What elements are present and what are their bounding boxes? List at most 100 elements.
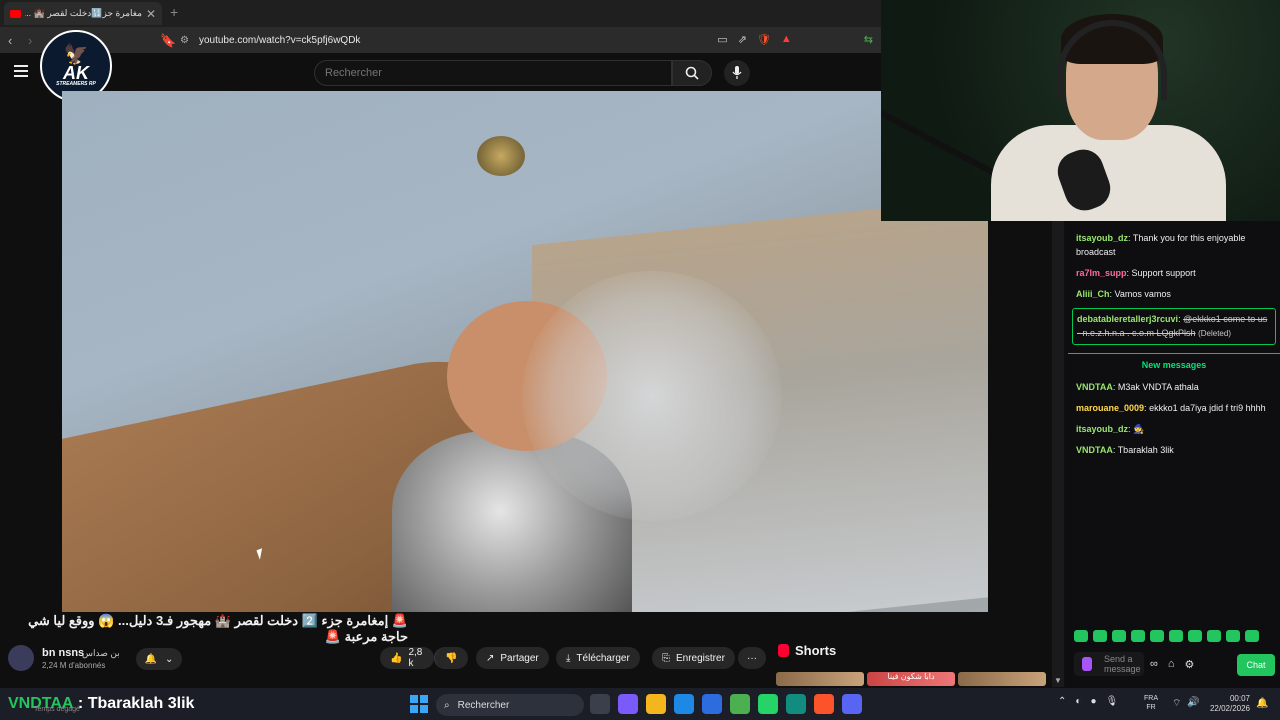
microphone-icon <box>732 66 742 79</box>
forward-icon[interactable]: › <box>28 33 32 48</box>
chat-username[interactable]: VNDTAA <box>1076 445 1113 455</box>
extension-icons: ▭ ⇗ 🛡 ▲ ⇆ <box>717 33 873 46</box>
whatsapp-icon[interactable] <box>758 694 778 714</box>
tray-app-icon[interactable]: ● <box>1090 696 1096 707</box>
taskbar-clock[interactable]: 00:07 22/02/2026 <box>1206 694 1250 714</box>
short-thumbnail[interactable] <box>958 672 1046 686</box>
share-page-icon[interactable]: ⇗ <box>738 33 747 46</box>
task-view-icon[interactable] <box>590 694 610 714</box>
tray-app-icon[interactable]: ◐ <box>1075 696 1081 707</box>
channel-avatar[interactable] <box>8 645 34 671</box>
rewards-icon[interactable]: ▲ <box>781 33 792 46</box>
channel-name[interactable]: bn nsns <box>42 647 84 659</box>
shorts-thumbnails: دابا شكون فينا <box>776 672 1046 686</box>
emote-icon[interactable] <box>1226 630 1240 642</box>
like-button[interactable]: 👍 2,8 k <box>380 647 434 669</box>
new-tab-button[interactable]: + <box>170 4 178 20</box>
bits-icon[interactable] <box>1082 657 1092 671</box>
chat-username[interactable]: Aliii_Ch <box>1076 289 1110 299</box>
brave-shield-icon[interactable]: 🛡 <box>757 33 771 46</box>
thumbs-down-icon: 👎 <box>445 652 458 664</box>
search-button[interactable] <box>672 60 712 86</box>
copilot-icon[interactable] <box>618 694 638 714</box>
more-actions-button[interactable]: ··· <box>738 647 766 669</box>
sidebar-icon[interactable]: ⇆ <box>864 33 873 46</box>
close-tab-icon[interactable]: ✕ <box>146 7 156 21</box>
scroll-down-icon[interactable]: ▼ <box>1054 676 1062 685</box>
screen-icon[interactable]: ▭ <box>717 33 727 46</box>
taskbar-apps <box>590 694 862 714</box>
chat-username[interactable]: itsayoub_dz <box>1076 233 1128 243</box>
taskbar-search-label: Rechercher <box>457 699 510 711</box>
app-icon[interactable] <box>786 694 806 714</box>
video-player[interactable] <box>62 91 988 612</box>
system-tray: ⌃ ◐ ● 🎙 <box>1058 696 1118 707</box>
lang-layout: FR <box>1146 704 1156 711</box>
chat-message: marouane_0009: ekkko1 da7iya jdid f tri9… <box>1076 403 1266 413</box>
taskbar-search[interactable]: ⌕ Rechercher <box>436 694 584 716</box>
save-label: Enregistrer <box>676 652 725 664</box>
chat-text: Vamos vamos <box>1114 289 1171 299</box>
address-bar-row: ‹ › 🔖 ⚙ youtube.com/watch?v=ck5pfj6wQDk … <box>0 27 881 53</box>
share-icon: ↗ <box>486 652 495 664</box>
windows-start-icon[interactable] <box>410 695 428 713</box>
browser-tab[interactable]: مغامرة جز🔢دخلت لقصر 🏰 ... ✕ <box>4 2 162 25</box>
chat-username[interactable]: VNDTAA <box>1076 382 1113 392</box>
store-app-icon[interactable] <box>702 694 722 714</box>
chat-panel: itsayoub_dz: Thank you for this enjoyabl… <box>1066 221 1280 687</box>
emote-icon[interactable] <box>1074 630 1088 642</box>
site-settings-icon[interactable]: ⚙ <box>180 35 189 46</box>
emote-icon[interactable] <box>1131 630 1145 642</box>
volume-icon[interactable]: 🔊 <box>1187 697 1199 710</box>
emote-icon[interactable] <box>1093 630 1107 642</box>
emote-picker-icon[interactable]: ∞ <box>1150 658 1158 671</box>
wifi-icon[interactable]: ⌔ <box>1172 697 1181 710</box>
store-icon[interactable]: ⌂ <box>1168 658 1175 671</box>
emote-icon[interactable] <box>1188 630 1202 642</box>
discord-icon[interactable] <box>842 694 862 714</box>
share-button[interactable]: ↗ Partager <box>476 647 549 669</box>
shorts-heading: Shorts <box>778 643 836 658</box>
download-button[interactable]: ⤓ Télécharger <box>556 647 640 669</box>
language-indicator[interactable]: FRA FR <box>1144 694 1158 712</box>
search-input[interactable] <box>314 60 672 86</box>
chat-username[interactable]: ra7lm_supp <box>1076 268 1127 278</box>
notification-bell-icon[interactable]: 🔔 <box>1256 698 1268 709</box>
chevron-up-icon[interactable]: ⌃ <box>1058 696 1066 707</box>
microphone-tray-icon[interactable]: 🎙 <box>1105 696 1118 707</box>
brave-icon[interactable] <box>814 694 834 714</box>
emote-bar <box>1074 630 1259 642</box>
short-thumbnail[interactable]: دابا شكون فينا <box>867 672 955 686</box>
chat-message: Aliii_Ch: Vamos vamos <box>1076 289 1171 299</box>
back-icon[interactable]: ‹ <box>8 33 12 48</box>
short-thumbnail[interactable] <box>776 672 864 686</box>
gear-icon[interactable]: ⚙ <box>1185 658 1195 671</box>
emote-icon[interactable] <box>1112 630 1126 642</box>
save-button[interactable]: ⎘ Enregistrer <box>652 647 735 669</box>
shorts-icon <box>778 644 789 657</box>
emote-icon[interactable] <box>1245 630 1259 642</box>
new-messages-divider: New messages <box>1068 353 1280 372</box>
chat-text: 🧙 <box>1133 424 1145 434</box>
chat-username[interactable]: itsayoub_dz <box>1076 424 1128 434</box>
chat-username[interactable]: debatableretallerj3rcuvi <box>1077 314 1178 324</box>
chat-send-button[interactable]: Chat <box>1237 654 1275 676</box>
download-icon: ⤓ <box>566 652 571 664</box>
emote-icon[interactable] <box>1169 630 1183 642</box>
emote-icon[interactable] <box>1150 630 1164 642</box>
app-icon[interactable] <box>730 694 750 714</box>
hamburger-menu-icon[interactable] <box>14 65 28 77</box>
dislike-button[interactable]: 👎 <box>434 647 468 669</box>
url-field[interactable]: ⚙ youtube.com/watch?v=ck5pfj6wQDk <box>180 31 700 49</box>
chat-text: Tbaraklah 3lik <box>1117 445 1174 455</box>
short-thumb-text: دابا شكون فينا <box>887 672 935 681</box>
bookmark-icon[interactable]: 🔖 <box>160 33 176 49</box>
eagle-icon: 🦅 <box>63 44 89 66</box>
file-explorer-icon[interactable] <box>646 694 666 714</box>
emote-icon[interactable] <box>1207 630 1221 642</box>
voice-search-button[interactable] <box>724 60 750 86</box>
logo-initials: AK <box>63 63 89 83</box>
edge-icon[interactable] <box>674 694 694 714</box>
chat-username[interactable]: marouane_0009 <box>1076 403 1144 413</box>
notification-bell-button[interactable]: 🔔 ⌄ <box>136 648 182 670</box>
